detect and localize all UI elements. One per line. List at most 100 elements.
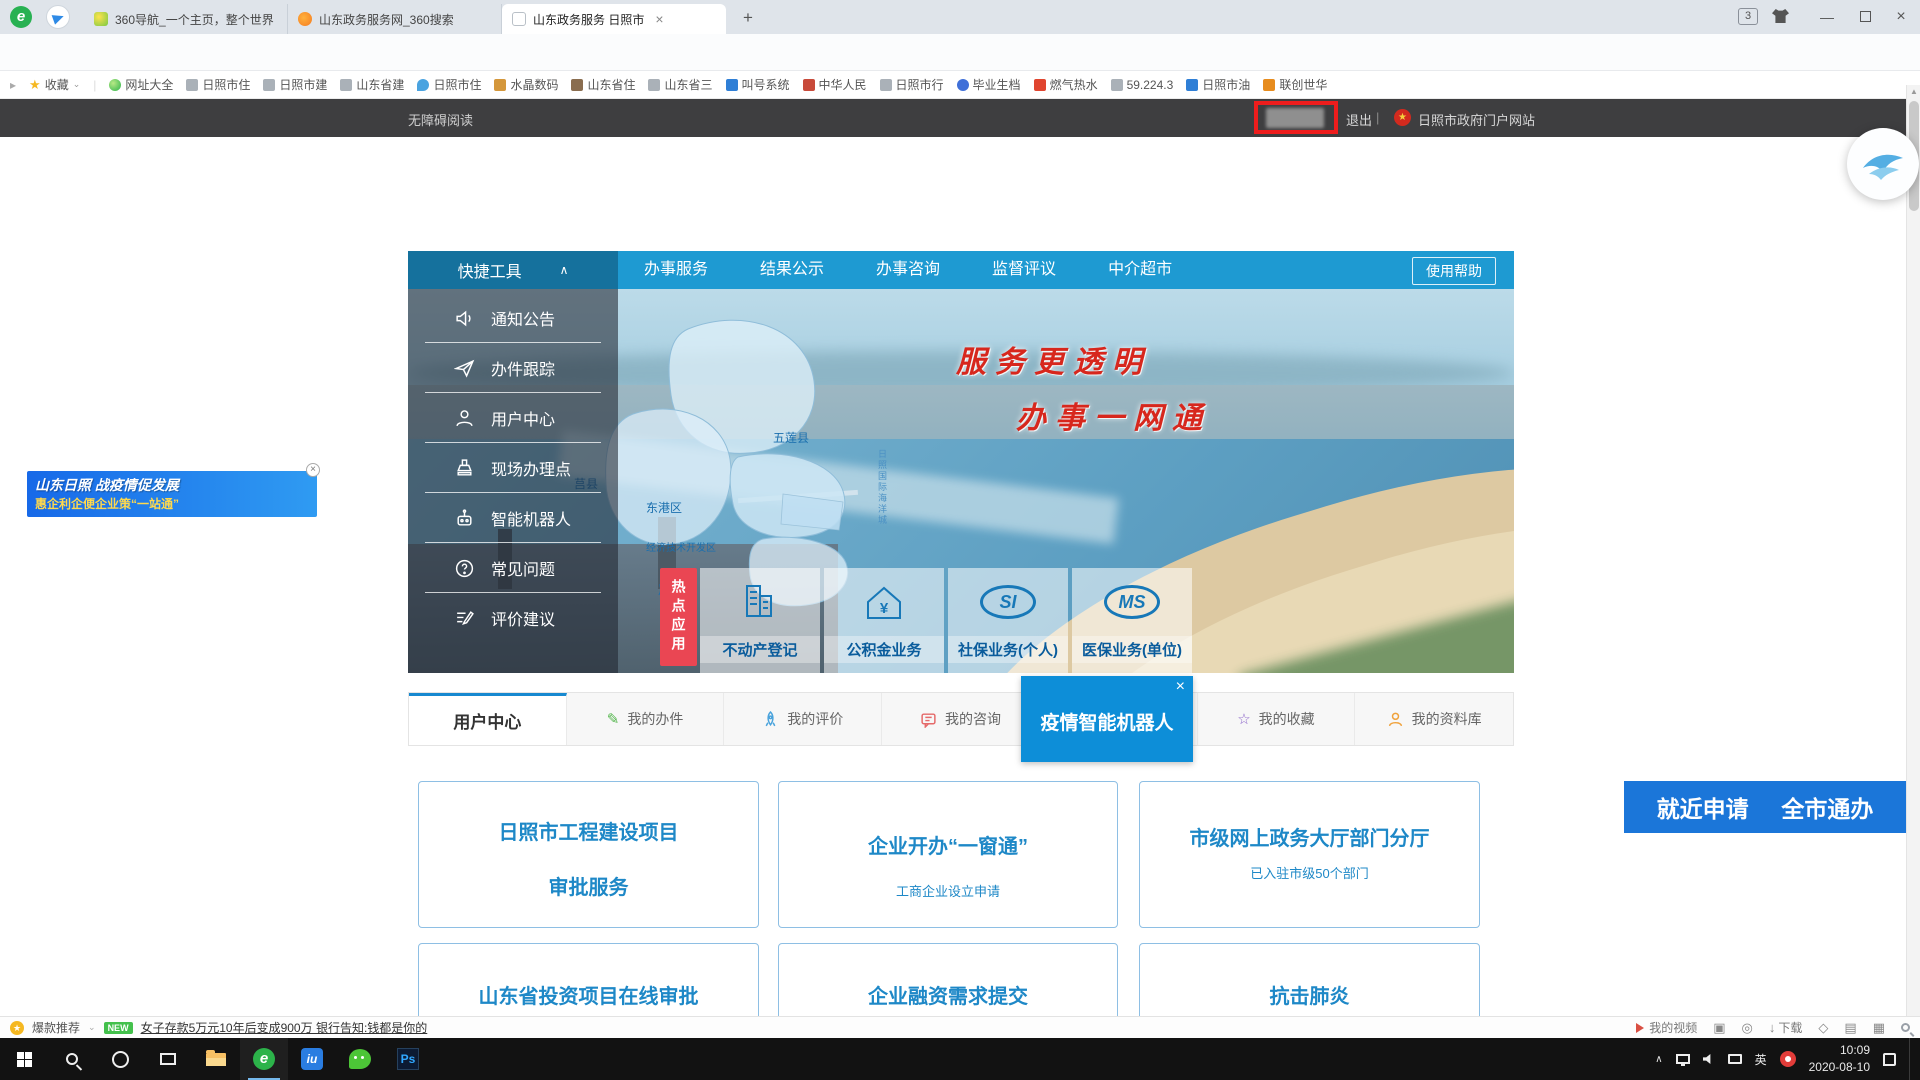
file-explorer-button[interactable] <box>192 1038 240 1080</box>
browser-tab[interactable]: 山东政务服务网_360搜索 <box>288 4 502 34</box>
bookmark-item[interactable]: 中华人民 <box>803 76 867 93</box>
nav-compass-icon[interactable] <box>46 5 70 29</box>
start-button[interactable] <box>0 1038 48 1080</box>
sidebar-item-faq[interactable]: 常见问题 <box>408 543 618 593</box>
bookmark-item[interactable]: 山东省建 <box>340 76 404 93</box>
bookmark-item[interactable]: 日照市住 <box>417 76 481 93</box>
tab-count-badge[interactable]: 3 <box>1738 8 1758 25</box>
hot-app-medical-insurance[interactable]: MS 医保业务(单位) <box>1072 568 1192 673</box>
sidebar-item-onsite[interactable]: 现场办理点 <box>408 443 618 493</box>
bookmark-nav-site[interactable]: 网址大全 <box>109 76 173 93</box>
theme-skin-icon[interactable] <box>1772 9 1789 23</box>
target-tool-icon[interactable]: ◎ <box>1742 1020 1753 1036</box>
bookmark-item[interactable]: 日照市油 <box>1186 76 1250 93</box>
iu-app-button[interactable]: iu <box>288 1038 336 1080</box>
hot-picks-label[interactable]: 爆款推荐 <box>32 1019 80 1036</box>
mute-icon[interactable]: ◇ <box>1818 1020 1828 1036</box>
tab-my-favorites[interactable]: ☆ 我的收藏 <box>1198 693 1356 745</box>
sidebar-item-user-center[interactable]: 用户中心 <box>408 393 618 443</box>
bookmark-item[interactable]: 日照市住 <box>186 76 250 93</box>
quick-tools-menu[interactable]: 快捷工具 ∧ <box>408 251 618 289</box>
new-tab-button[interactable]: + <box>736 7 760 29</box>
nav-item-intermediary[interactable]: 中介超市 <box>1082 251 1198 289</box>
zoom-icon[interactable] <box>1901 1023 1910 1032</box>
network-icon[interactable] <box>1676 1054 1690 1064</box>
city-bird-logo[interactable] <box>1847 128 1919 200</box>
promo-ad-banner[interactable]: 山东日照 战疫情促发展 惠企利企便企业策“一站通” × <box>27 471 317 517</box>
nearby-apply-button[interactable]: 就近申请 全市通办 <box>1624 781 1906 833</box>
ad-close-icon[interactable]: × <box>306 463 320 477</box>
pencil-icon: ✎ <box>607 710 620 728</box>
popup-close-icon[interactable]: × <box>1176 678 1185 696</box>
bookmark-item[interactable]: 叫号系统 <box>726 76 790 93</box>
card-online-hall-branches[interactable]: 市级网上政务大厅部门分厅 已入驻市级50个部门 <box>1139 781 1480 928</box>
nav-item-services[interactable]: 办事服务 <box>618 251 734 289</box>
hot-app-social-insurance[interactable]: SI 社保业务(个人) <box>948 568 1068 673</box>
security-360-tray-icon[interactable] <box>1780 1051 1796 1067</box>
minimize-button[interactable]: — <box>1810 6 1844 28</box>
bookmark-item[interactable]: 山东省住 <box>571 76 635 93</box>
portal-link[interactable]: 日照市政府门户网站 <box>1418 110 1535 129</box>
browser-tab[interactable]: 360导航_一个主页，整个世界 <box>84 4 288 34</box>
show-desktop-strip[interactable] <box>1909 1038 1914 1080</box>
touch-keyboard-icon[interactable] <box>1728 1054 1742 1064</box>
my-video-button[interactable]: 我的视频 <box>1636 1019 1697 1036</box>
epidemic-robot-popup[interactable]: × 疫情智能机器人 <box>1021 676 1193 762</box>
bookmark-item[interactable]: 联创世华 <box>1263 76 1327 93</box>
card-enterprise-onewindow[interactable]: 企业开办“一窗通” 工商企业设立申请 <box>778 781 1118 928</box>
tab-close-icon[interactable]: × <box>655 11 663 27</box>
tab-my-items[interactable]: ✎ 我的办件 <box>567 693 725 745</box>
nav-item-consult[interactable]: 办事咨询 <box>850 251 966 289</box>
reader-mode-icon[interactable]: ▤ <box>1844 1020 1856 1036</box>
collapse-sidebar-icon[interactable]: ▸ <box>10 78 16 92</box>
browser-360-button[interactable]: e <box>240 1038 288 1080</box>
accessibility-link[interactable]: 无障碍阅读 <box>408 110 473 129</box>
taskbar-clock[interactable]: 10:092020-08-10 <box>1809 1042 1870 1077</box>
page-scrollbar[interactable]: ▲ <box>1906 85 1920 1016</box>
tab-my-library[interactable]: 我的资料库 <box>1355 693 1513 745</box>
tab-my-consultations[interactable]: 我的咨询 <box>882 693 1040 745</box>
maximize-button[interactable] <box>1848 6 1882 28</box>
hidden-icons-chevron[interactable]: ∧ <box>1655 1054 1662 1065</box>
taskbar-search-button[interactable] <box>48 1038 96 1080</box>
sidebar-item-tracking[interactable]: 办件跟踪 <box>408 343 618 393</box>
help-button[interactable]: 使用帮助 <box>1412 257 1496 285</box>
scroll-up-icon[interactable]: ▲ <box>1907 87 1920 96</box>
sidebar-item-robot[interactable]: 智能机器人 <box>408 493 618 543</box>
action-center-icon[interactable] <box>1883 1053 1896 1066</box>
image-tool-icon[interactable]: ▣ <box>1713 1020 1725 1036</box>
favorites-button[interactable]: ★ 收藏 ⌄ <box>29 76 80 93</box>
close-window-button[interactable]: × <box>1886 6 1916 28</box>
nav-item-supervision[interactable]: 监督评议 <box>966 251 1082 289</box>
logout-link[interactable]: 退出 <box>1346 110 1372 129</box>
hot-app-housing-fund[interactable]: ¥ 公积金业务 <box>824 568 944 673</box>
bookmark-favicon <box>1186 79 1198 91</box>
bookmark-item[interactable]: 日照市行 <box>880 76 944 93</box>
sidebar-item-feedback[interactable]: 评价建议 <box>408 593 618 643</box>
sidebar-item-notices[interactable]: 通知公告 <box>408 293 618 343</box>
cortana-button[interactable] <box>96 1038 144 1080</box>
browser-logo-icon[interactable]: e <box>10 6 32 28</box>
news-headline-link[interactable]: 女子存款5万元10年后变成900万 银行告知:钱都是你的 <box>141 1019 428 1036</box>
hot-app-real-estate[interactable]: 不动产登记 <box>700 568 820 673</box>
volume-icon[interactable] <box>1703 1054 1715 1065</box>
download-button[interactable]: ↓下载 <box>1769 1019 1803 1036</box>
task-view-button[interactable] <box>144 1038 192 1080</box>
nav-item-results[interactable]: 结果公示 <box>734 251 850 289</box>
bookmark-item[interactable]: 59.224.3 <box>1111 78 1174 92</box>
input-language-indicator[interactable]: 英 <box>1755 1051 1767 1068</box>
bookmark-item[interactable]: 燃气热水 <box>1034 76 1098 93</box>
bookmark-item[interactable]: 日照市建 <box>263 76 327 93</box>
browser-tab-active[interactable]: 山东政务服务 日照市 × <box>502 4 726 34</box>
wechat-button[interactable] <box>336 1038 384 1080</box>
chevron-down-icon[interactable]: ⌄ <box>88 1022 96 1033</box>
bookmark-favicon <box>109 79 121 91</box>
bookmark-item[interactable]: 山东省三 <box>648 76 712 93</box>
split-view-icon[interactable]: ▦ <box>1873 1020 1885 1036</box>
bookmark-item[interactable]: 水晶数码 <box>494 76 558 93</box>
photoshop-button[interactable]: Ps <box>384 1038 432 1080</box>
tab-user-center[interactable]: 用户中心 <box>409 693 567 745</box>
tab-my-reviews[interactable]: 我的评价 <box>724 693 882 745</box>
bookmark-item[interactable]: 毕业生档 <box>957 76 1021 93</box>
card-construction-approval[interactable]: 日照市工程建设项目 审批服务 <box>418 781 759 928</box>
